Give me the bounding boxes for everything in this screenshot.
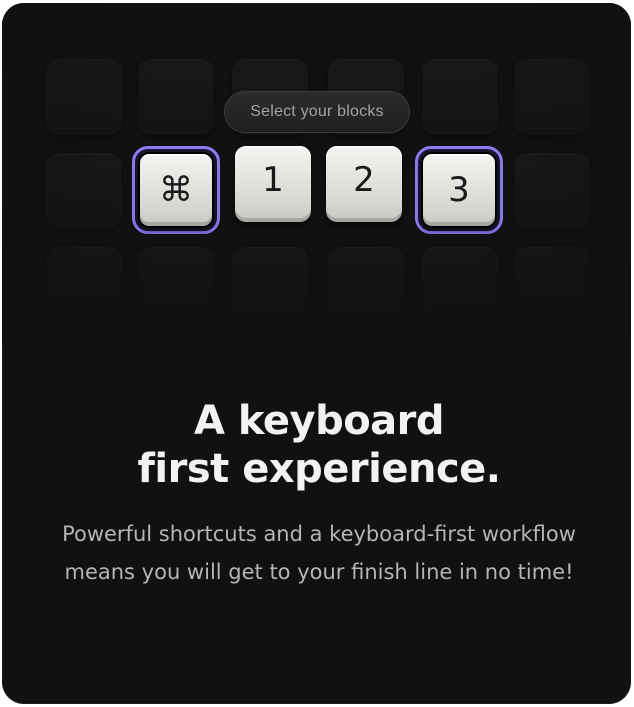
ghost-key	[46, 59, 122, 135]
ghost-key	[138, 247, 214, 323]
ghost-key	[422, 59, 498, 135]
key-2[interactable]: 2	[326, 146, 402, 222]
ghost-key	[514, 59, 590, 135]
ghost-key	[138, 59, 214, 135]
headline-line-1: A keyboard	[193, 398, 445, 444]
ghost-key	[514, 247, 590, 323]
feature-card: Select your blocks ⌘ 1 2 3 A keyboard fi…	[2, 3, 631, 704]
description-text: Powerful shortcuts and a keyboard-first …	[62, 522, 576, 584]
key-3[interactable]: 3	[421, 152, 497, 228]
ghost-key	[232, 247, 308, 323]
key-1[interactable]: 1	[235, 146, 311, 222]
headline: A keyboard first experience.	[2, 397, 631, 493]
select-blocks-pill: Select your blocks	[224, 91, 410, 133]
ghost-key	[514, 153, 590, 229]
headline-line-2: first experience.	[137, 446, 501, 492]
background-key-grid	[2, 3, 631, 333]
ghost-key	[46, 247, 122, 323]
ghost-key	[328, 247, 404, 323]
ghost-key	[46, 153, 122, 229]
ghost-key	[422, 247, 498, 323]
key-command[interactable]: ⌘	[138, 152, 214, 228]
